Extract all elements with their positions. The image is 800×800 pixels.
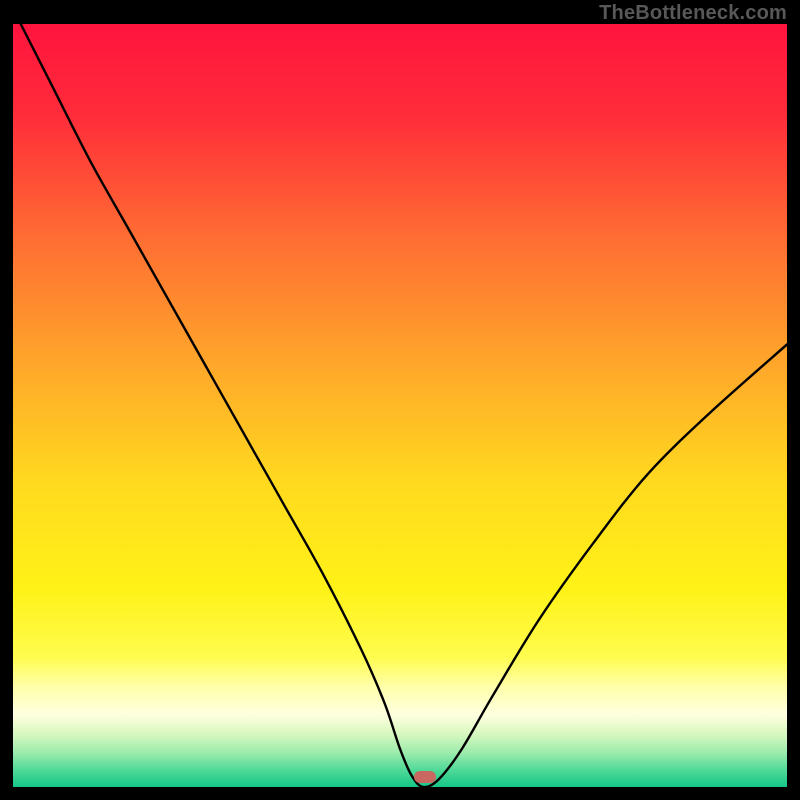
chart-frame: TheBottleneck.com: [0, 0, 800, 800]
optimal-marker: [414, 771, 436, 783]
watermark-text: TheBottleneck.com: [599, 2, 787, 25]
plot-area: [13, 24, 787, 787]
bottleneck-curve: [13, 24, 787, 787]
